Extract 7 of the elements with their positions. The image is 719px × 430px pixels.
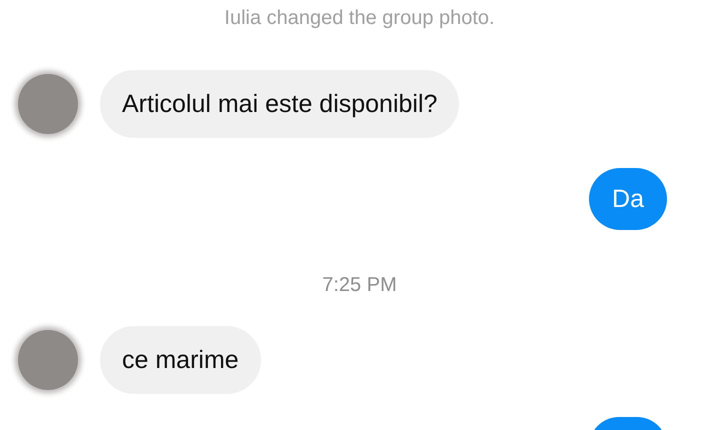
avatar-placeholder <box>18 74 78 134</box>
system-notice: Iulia changed the group photo. <box>223 6 496 30</box>
timestamp: 7:25 PM <box>321 273 398 297</box>
avatar-placeholder <box>18 330 78 390</box>
message-bubble: Articolul mai este disponibil? <box>100 70 460 138</box>
message-bubble: ce marime <box>100 326 261 394</box>
message-bubble: Da <box>589 168 667 230</box>
